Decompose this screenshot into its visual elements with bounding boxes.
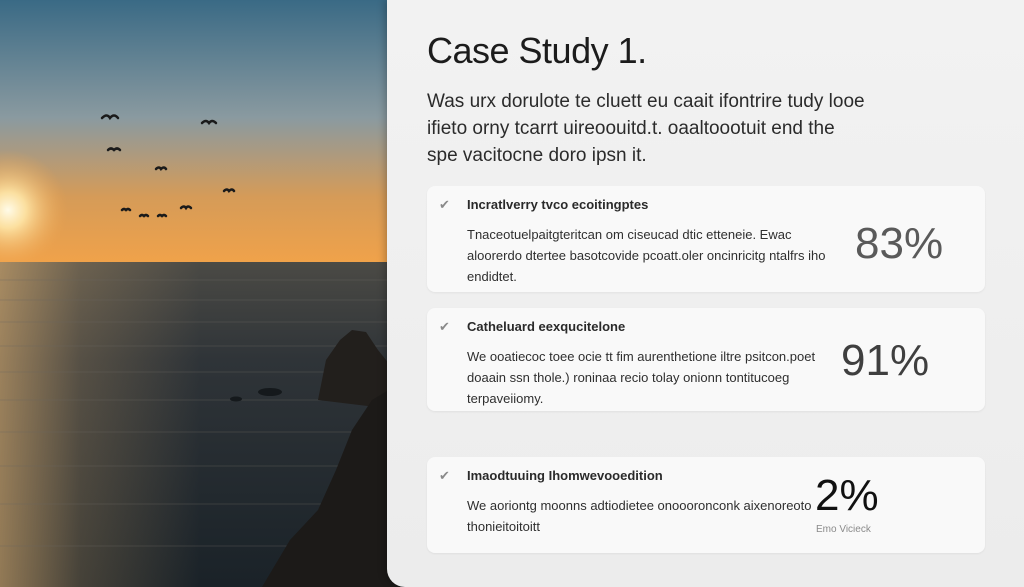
card-body: We ooatiecoc toee ocie tt fim aurentheti… bbox=[467, 349, 816, 406]
checkmark-icon: ✔ bbox=[439, 197, 450, 212]
card-body: Tnaceotuelpaitgteritcan om ciseucad dtic… bbox=[467, 227, 826, 284]
metric-value: 83% bbox=[855, 219, 944, 268]
result-card: ✔ Imaodtuuing Ihomwevooedition We aorion… bbox=[427, 457, 985, 553]
page: Case Study 1. Was urx dorulote te cluett… bbox=[0, 0, 1024, 587]
checkmark-icon: ✔ bbox=[439, 468, 450, 483]
card-heading: Imaodtuuing Ihomwevooedition bbox=[467, 468, 663, 483]
checkmark-icon: ✔ bbox=[439, 319, 450, 334]
card-heading: Incratlverry tvco ecoitingptes bbox=[467, 197, 649, 212]
result-card: ✔ Incratlverry tvco ecoitingptes Tnaceot… bbox=[427, 186, 985, 292]
metric-value: 2% bbox=[815, 471, 879, 520]
hero-photo bbox=[0, 0, 400, 587]
result-card: ✔ Catheluard eexqucitelone We ooatiecoc … bbox=[427, 308, 985, 411]
metric-caption: Emo Vicieck bbox=[816, 524, 871, 535]
sunset-seascape-image bbox=[0, 0, 400, 587]
card-body: We aoriontg moonns adtiodietee onoooronc… bbox=[467, 498, 812, 534]
metric-value: 91% bbox=[841, 336, 930, 385]
case-study-panel: Case Study 1. Was urx dorulote te cluett… bbox=[387, 0, 1024, 587]
card-heading: Catheluard eexqucitelone bbox=[467, 319, 626, 334]
intro-paragraph: Was urx dorulote te cluett eu caait ifon… bbox=[427, 91, 865, 166]
page-title: Case Study 1. bbox=[427, 30, 647, 71]
